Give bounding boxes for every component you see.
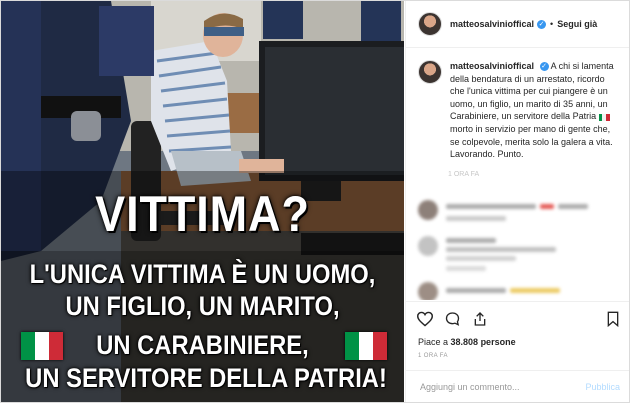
post-actions: Piace a 38.808 persone 1 ORA FA Pubblica <box>406 301 629 402</box>
caption: matteosalvinioffical ✓ A chi si lamenta … <box>406 48 629 161</box>
share-icon[interactable] <box>472 311 488 327</box>
instagram-post: VITTIMA? L'UNICA VITTIMA È UN UOMO, UN F… <box>0 0 630 403</box>
avatar[interactable] <box>418 12 442 36</box>
comment-blurred <box>418 236 618 276</box>
post-image[interactable]: VITTIMA? L'UNICA VITTIMA È UN UOMO, UN F… <box>1 1 404 402</box>
comment-input[interactable] <box>418 381 572 393</box>
post-time: 1 ORA FA <box>418 353 448 359</box>
comment-icon[interactable] <box>444 311 461 327</box>
separator-dot: • <box>550 19 554 29</box>
poster-line-3: UN CARABINIERE, <box>96 330 309 360</box>
flag-italy-icon <box>598 113 610 121</box>
poster-line-2: UN FIGLIO, UN MARITO, <box>65 291 340 321</box>
post-header: matteosalvinioffical ✓ • Segui già <box>406 1 629 48</box>
follow-button[interactable]: Segui già <box>557 19 597 29</box>
likes-number: 38.808 <box>450 337 479 347</box>
poster-title: VITTIMA? <box>95 186 310 242</box>
caption-text: matteosalvinioffical ✓ A chi si lamenta … <box>450 60 618 161</box>
comment-blurred <box>418 282 618 300</box>
caption-username[interactable]: matteosalvinioffical <box>450 61 534 71</box>
flag-italy-icon <box>345 332 387 360</box>
avatar[interactable] <box>418 60 442 84</box>
publish-button[interactable]: Pubblica <box>585 382 620 392</box>
caption-body-2: morto in servizio per mano di gente che,… <box>450 123 613 160</box>
bookmark-icon[interactable] <box>606 311 620 327</box>
header-username[interactable]: matteosalvinioffical <box>450 19 534 29</box>
verified-icon: ✓ <box>539 62 549 72</box>
verified-icon: ✓ <box>537 19 547 29</box>
comments-section[interactable]: matteosalvinioffical ✓ A chi si lamenta … <box>406 48 629 300</box>
flag-italy-icon <box>21 332 63 360</box>
poster-line-1: L'UNICA VITTIMA È UN UOMO, <box>29 259 376 289</box>
add-comment-bar: Pubblica <box>406 370 629 402</box>
post-side-panel: matteosalvinioffical ✓ • Segui già matte… <box>405 1 629 402</box>
caption-time: 1 ORA FA <box>448 170 480 178</box>
heart-icon[interactable] <box>416 311 434 327</box>
poster-line-4: UN SERVITORE DELLA PATRIA! <box>25 363 387 393</box>
comment-blurred <box>418 200 618 240</box>
likes-suffix: persone <box>478 337 516 347</box>
likes-count[interactable]: Piace a 38.808 persone <box>418 337 516 347</box>
likes-prefix: Piace a <box>418 337 451 347</box>
